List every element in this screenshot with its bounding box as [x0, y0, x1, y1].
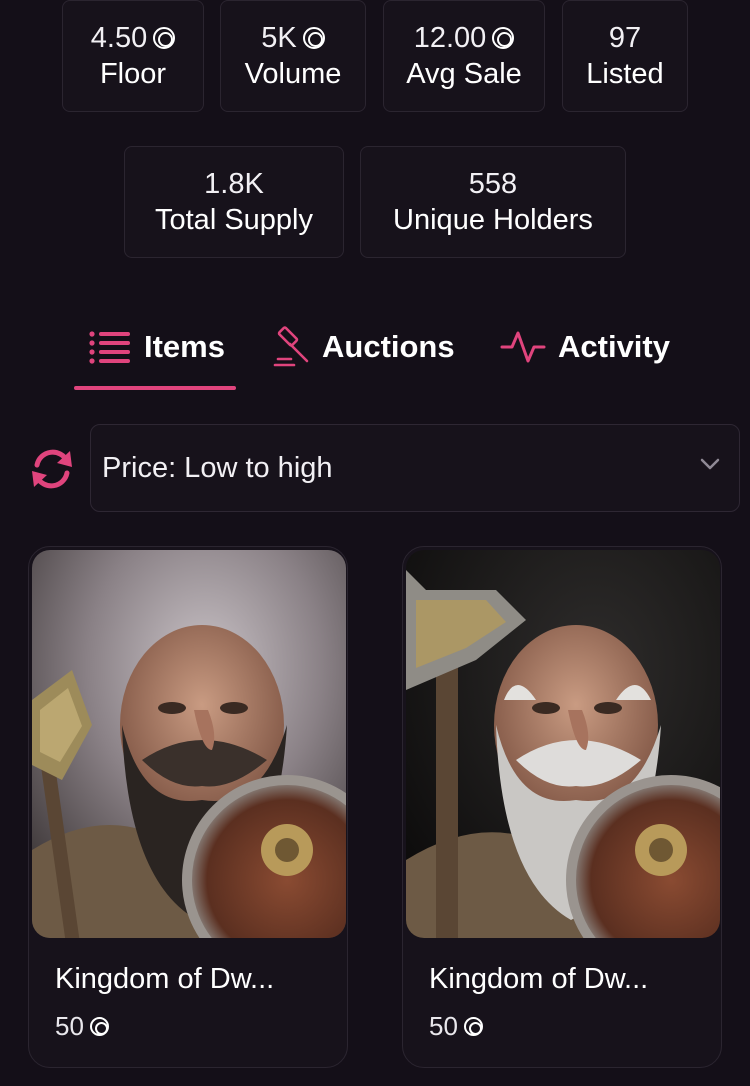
stat-avg-sale: 12.00 Avg Sale	[383, 0, 545, 112]
stat-total-supply: 1.8K Total Supply	[124, 146, 344, 258]
stat-listed-label: Listed	[586, 58, 664, 90]
nft-image	[406, 550, 720, 938]
stat-floor-label: Floor	[99, 58, 167, 90]
list-icon	[89, 331, 130, 364]
stat-unique-holders: 558 Unique Holders	[360, 146, 626, 258]
stat-volume-value: 5K	[261, 22, 297, 54]
solana-coin-icon	[492, 27, 515, 49]
activity-pulse-icon	[500, 331, 546, 363]
stat-listed: 97 Listed	[562, 0, 688, 112]
gavel-icon	[273, 326, 309, 367]
chevron-down-icon	[700, 458, 720, 470]
stat-avg-sale-value: 12.00	[413, 22, 487, 54]
stat-unique-holders-value: 558	[468, 168, 518, 200]
solana-coin-icon	[89, 1017, 109, 1036]
solana-coin-icon	[463, 1017, 483, 1036]
solana-coin-icon	[153, 27, 176, 49]
nft-card[interactable]: Kingdom of Dw... 50	[402, 546, 722, 1068]
stat-listed-value: 97	[608, 22, 642, 54]
nft-card-name: Kingdom of Dw...	[429, 963, 649, 995]
tab-activity[interactable]: Activity	[500, 322, 670, 372]
refresh-button[interactable]	[28, 445, 76, 493]
stat-floor-value: 4.50	[90, 22, 148, 54]
tab-items-label: Items	[144, 329, 225, 364]
active-tab-indicator	[74, 386, 236, 390]
nft-card-price: 50	[55, 1011, 84, 1041]
refresh-icon	[32, 449, 72, 489]
stat-total-supply-value: 1.8K	[204, 168, 264, 200]
nft-card-name: Kingdom of Dw...	[55, 963, 275, 995]
stat-total-supply-label: Total Supply	[155, 204, 313, 236]
nft-card[interactable]: Kingdom of Dw... 50	[28, 546, 348, 1068]
sort-dropdown[interactable]: Price: Low to high	[90, 424, 740, 512]
tab-auctions-label: Auctions	[322, 329, 455, 364]
stat-floor: 4.50 Floor	[62, 0, 204, 112]
tab-auctions[interactable]: Auctions	[272, 322, 455, 372]
stat-unique-holders-label: Unique Holders	[393, 204, 593, 236]
nft-card-price: 50	[429, 1011, 458, 1041]
tab-activity-label: Activity	[558, 329, 670, 364]
solana-coin-icon	[302, 27, 325, 49]
tab-items[interactable]: Items	[88, 322, 225, 372]
nft-image	[32, 550, 346, 938]
stat-volume-label: Volume	[244, 58, 342, 90]
stat-avg-sale-label: Avg Sale	[406, 58, 522, 90]
stat-volume: 5K Volume	[220, 0, 366, 112]
sort-selected-label: Price: Low to high	[102, 451, 333, 484]
